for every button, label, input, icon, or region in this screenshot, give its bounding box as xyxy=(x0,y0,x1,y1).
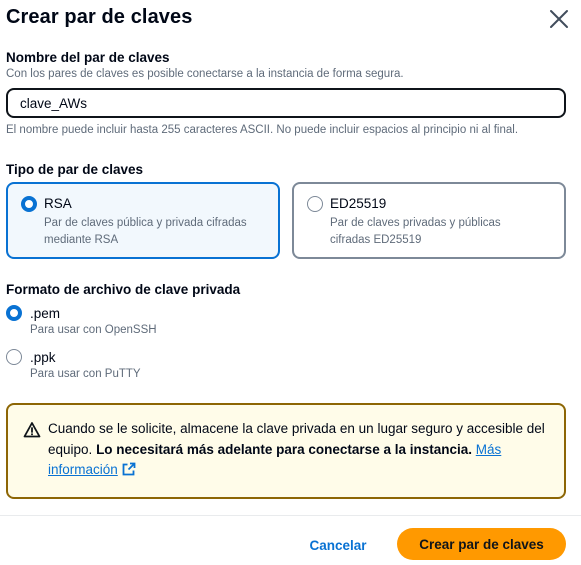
alert-message: Cuando se le solicite, almacene la clave… xyxy=(48,419,548,481)
radio-ppk[interactable] xyxy=(6,349,22,365)
key-type-ed25519-desc-line2: cifradas ED25519 xyxy=(330,234,422,246)
warning-alert: Cuando se le solicite, almacene la clave… xyxy=(6,403,566,499)
key-type-tile-ed25519[interactable]: ED25519 Par de claves privadas y pública… xyxy=(292,182,566,259)
file-format-label: Formato de archivo de clave privada xyxy=(6,282,241,297)
key-type-ed25519-label: ED25519 xyxy=(330,196,387,211)
key-type-ed25519-desc-line1: Par de claves privadas y públicas xyxy=(330,217,501,229)
key-type-tile-rsa[interactable]: RSA Par de claves pública y privada cifr… xyxy=(6,182,280,259)
close-button[interactable] xyxy=(546,6,572,32)
key-name-label: Nombre del par de claves xyxy=(6,50,170,65)
dialog-title: Crear par de claves xyxy=(6,6,193,28)
radio-rsa[interactable] xyxy=(21,196,37,212)
key-type-label: Tipo de par de claves xyxy=(6,162,144,177)
key-type-rsa-desc-line2: mediante RSA xyxy=(44,234,119,246)
key-type-ed25519-description: Par de claves privadas y públicas cifrad… xyxy=(330,215,560,249)
external-link-icon xyxy=(122,462,136,476)
dialog-header: Crear par de claves xyxy=(6,0,581,38)
key-name-input[interactable] xyxy=(6,88,566,118)
key-name-description: Con los pares de claves es posible conec… xyxy=(6,68,404,80)
warning-icon xyxy=(23,421,41,444)
format-pem-label[interactable]: .pem xyxy=(30,306,60,321)
key-type-rsa-description: Par de claves pública y privada cifradas… xyxy=(44,215,274,249)
alert-bold-text: Lo necesitará más adelante para conectar… xyxy=(96,441,472,457)
create-key-pair-button[interactable]: Crear par de claves xyxy=(397,528,566,560)
key-type-rsa-desc-line1: Par de claves pública y privada cifradas xyxy=(44,217,247,229)
format-ppk-label[interactable]: .ppk xyxy=(30,350,56,365)
radio-ed25519[interactable] xyxy=(307,196,323,212)
format-ppk-description: Para usar con PuTTY xyxy=(30,368,141,380)
key-name-constraint: El nombre puede incluir hasta 255 caract… xyxy=(6,124,519,136)
cancel-button[interactable]: Cancelar xyxy=(298,529,378,561)
radio-pem[interactable] xyxy=(6,305,22,321)
format-pem-description: Para usar con OpenSSH xyxy=(30,324,157,336)
key-type-rsa-label: RSA xyxy=(44,196,72,211)
close-icon xyxy=(550,10,568,28)
footer-divider xyxy=(0,515,581,516)
